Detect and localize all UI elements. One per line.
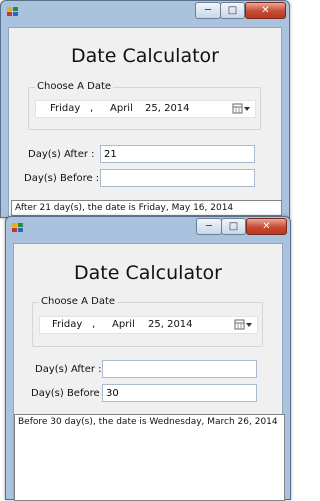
days-before-label: Day(s) Before : <box>24 173 100 184</box>
date-day-year[interactable]: 25, 2014 <box>145 103 190 114</box>
page-title: Date Calculator <box>74 262 222 284</box>
result-text: Before 30 day(s), the date is Wednesday,… <box>18 417 278 427</box>
date-weekday[interactable]: Friday <box>52 319 82 330</box>
days-after-label: Day(s) After : <box>35 364 102 375</box>
date-group: Choose A Date Friday , April 25, 2014 <box>32 296 263 347</box>
close-button[interactable]: ✕ <box>246 218 287 235</box>
days-after-input[interactable] <box>102 360 257 378</box>
date-picker[interactable]: Friday , April 25, 2014 <box>35 100 256 118</box>
date-calculator-window-1: ─ □ ✕ Date Calculator Choose A Date Frid… <box>0 0 290 218</box>
date-separator: , <box>92 319 96 330</box>
minimize-icon: ─ <box>205 221 213 232</box>
minimize-button[interactable]: ─ <box>195 2 221 19</box>
maximize-button[interactable]: □ <box>221 218 246 235</box>
result-box: Before 30 day(s), the date is Wednesday,… <box>14 414 285 501</box>
result-text: After 21 day(s), the date is Friday, May… <box>15 203 234 213</box>
app-window-icon[interactable] <box>12 223 24 234</box>
window-client-area: Date Calculator Choose A Date Friday , A… <box>8 27 282 217</box>
app-window-icon[interactable] <box>7 7 19 18</box>
date-group: Choose A Date Friday , April 25, 2014 <box>28 81 261 130</box>
date-picker[interactable]: Friday , April 25, 2014 <box>39 316 258 334</box>
calendar-dropdown-icon[interactable] <box>232 103 251 115</box>
close-icon: ✕ <box>262 221 271 232</box>
days-after-label: Day(s) After : <box>28 149 95 160</box>
calendar-dropdown-icon[interactable] <box>234 319 253 331</box>
maximize-button[interactable]: □ <box>220 2 245 19</box>
title-bar[interactable]: ─ □ ✕ <box>6 217 290 239</box>
days-after-input[interactable] <box>100 145 255 163</box>
date-month[interactable]: April <box>112 319 135 330</box>
date-month[interactable]: April <box>110 103 133 114</box>
minimize-button[interactable]: ─ <box>196 218 222 235</box>
maximize-icon: □ <box>227 5 238 16</box>
date-weekday[interactable]: Friday <box>50 103 80 114</box>
date-day-year[interactable]: 25, 2014 <box>148 319 193 330</box>
days-before-input[interactable] <box>102 384 257 402</box>
date-group-label: Choose A Date <box>35 81 114 92</box>
date-calculator-window-2: ─ □ ✕ Date Calculator Choose A Date Frid… <box>5 216 291 501</box>
days-before-label: Day(s) Before : <box>31 388 107 399</box>
days-before-input[interactable] <box>100 169 255 187</box>
close-icon: ✕ <box>261 5 270 16</box>
page-title: Date Calculator <box>71 45 219 67</box>
close-button[interactable]: ✕ <box>245 2 286 19</box>
date-separator: , <box>90 103 94 114</box>
title-bar[interactable]: ─ □ ✕ <box>1 1 289 23</box>
maximize-icon: □ <box>228 221 239 232</box>
window-client-area: Date Calculator Choose A Date Friday , A… <box>13 243 285 501</box>
minimize-icon: ─ <box>204 5 212 16</box>
result-box: After 21 day(s), the date is Friday, May… <box>11 200 282 216</box>
date-group-label: Choose A Date <box>39 296 118 307</box>
